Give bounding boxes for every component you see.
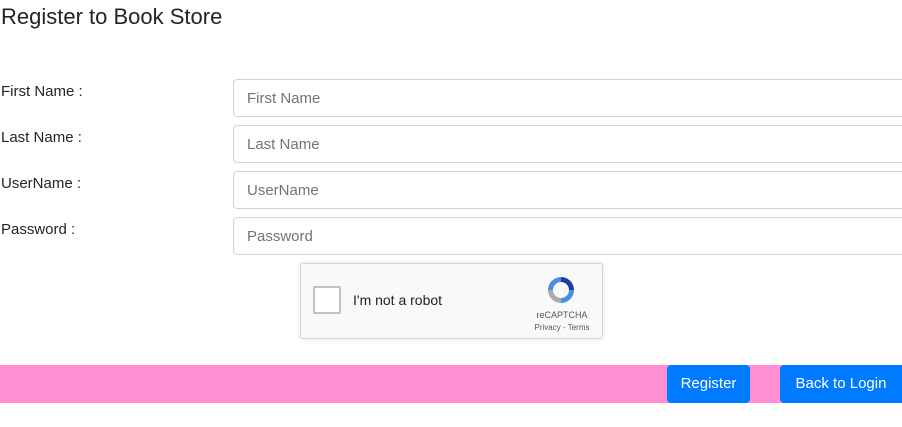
recaptcha-terms-link[interactable]: Terms [568, 323, 590, 332]
recaptcha-checkbox[interactable] [313, 286, 341, 314]
recaptcha-links-separator: - [560, 323, 568, 332]
last-name-label: Last Name : [1, 129, 82, 146]
page-title: Register to Book Store [1, 4, 223, 29]
recaptcha-brand: reCAPTCHA [536, 310, 588, 320]
back-to-login-button[interactable]: Back to Login [780, 365, 902, 403]
recaptcha-widget: I'm not a robot reCAPTCHA Privacy - Term… [300, 263, 603, 339]
username-label: UserName : [1, 175, 82, 192]
username-input[interactable] [233, 171, 902, 209]
first-name-input[interactable] [233, 79, 902, 117]
register-button[interactable]: Register [667, 365, 750, 403]
password-label: Password : [1, 221, 76, 238]
last-name-input[interactable] [233, 125, 902, 163]
password-input[interactable] [233, 217, 902, 255]
first-name-label: First Name : [1, 83, 83, 100]
recaptcha-privacy-link[interactable]: Privacy [535, 323, 561, 332]
recaptcha-logo-icon [548, 277, 574, 303]
recaptcha-links: Privacy - Terms [527, 323, 597, 333]
recaptcha-checkbox-label: I'm not a robot [353, 292, 443, 308]
footer-bar: Register Back to Login [0, 365, 902, 403]
